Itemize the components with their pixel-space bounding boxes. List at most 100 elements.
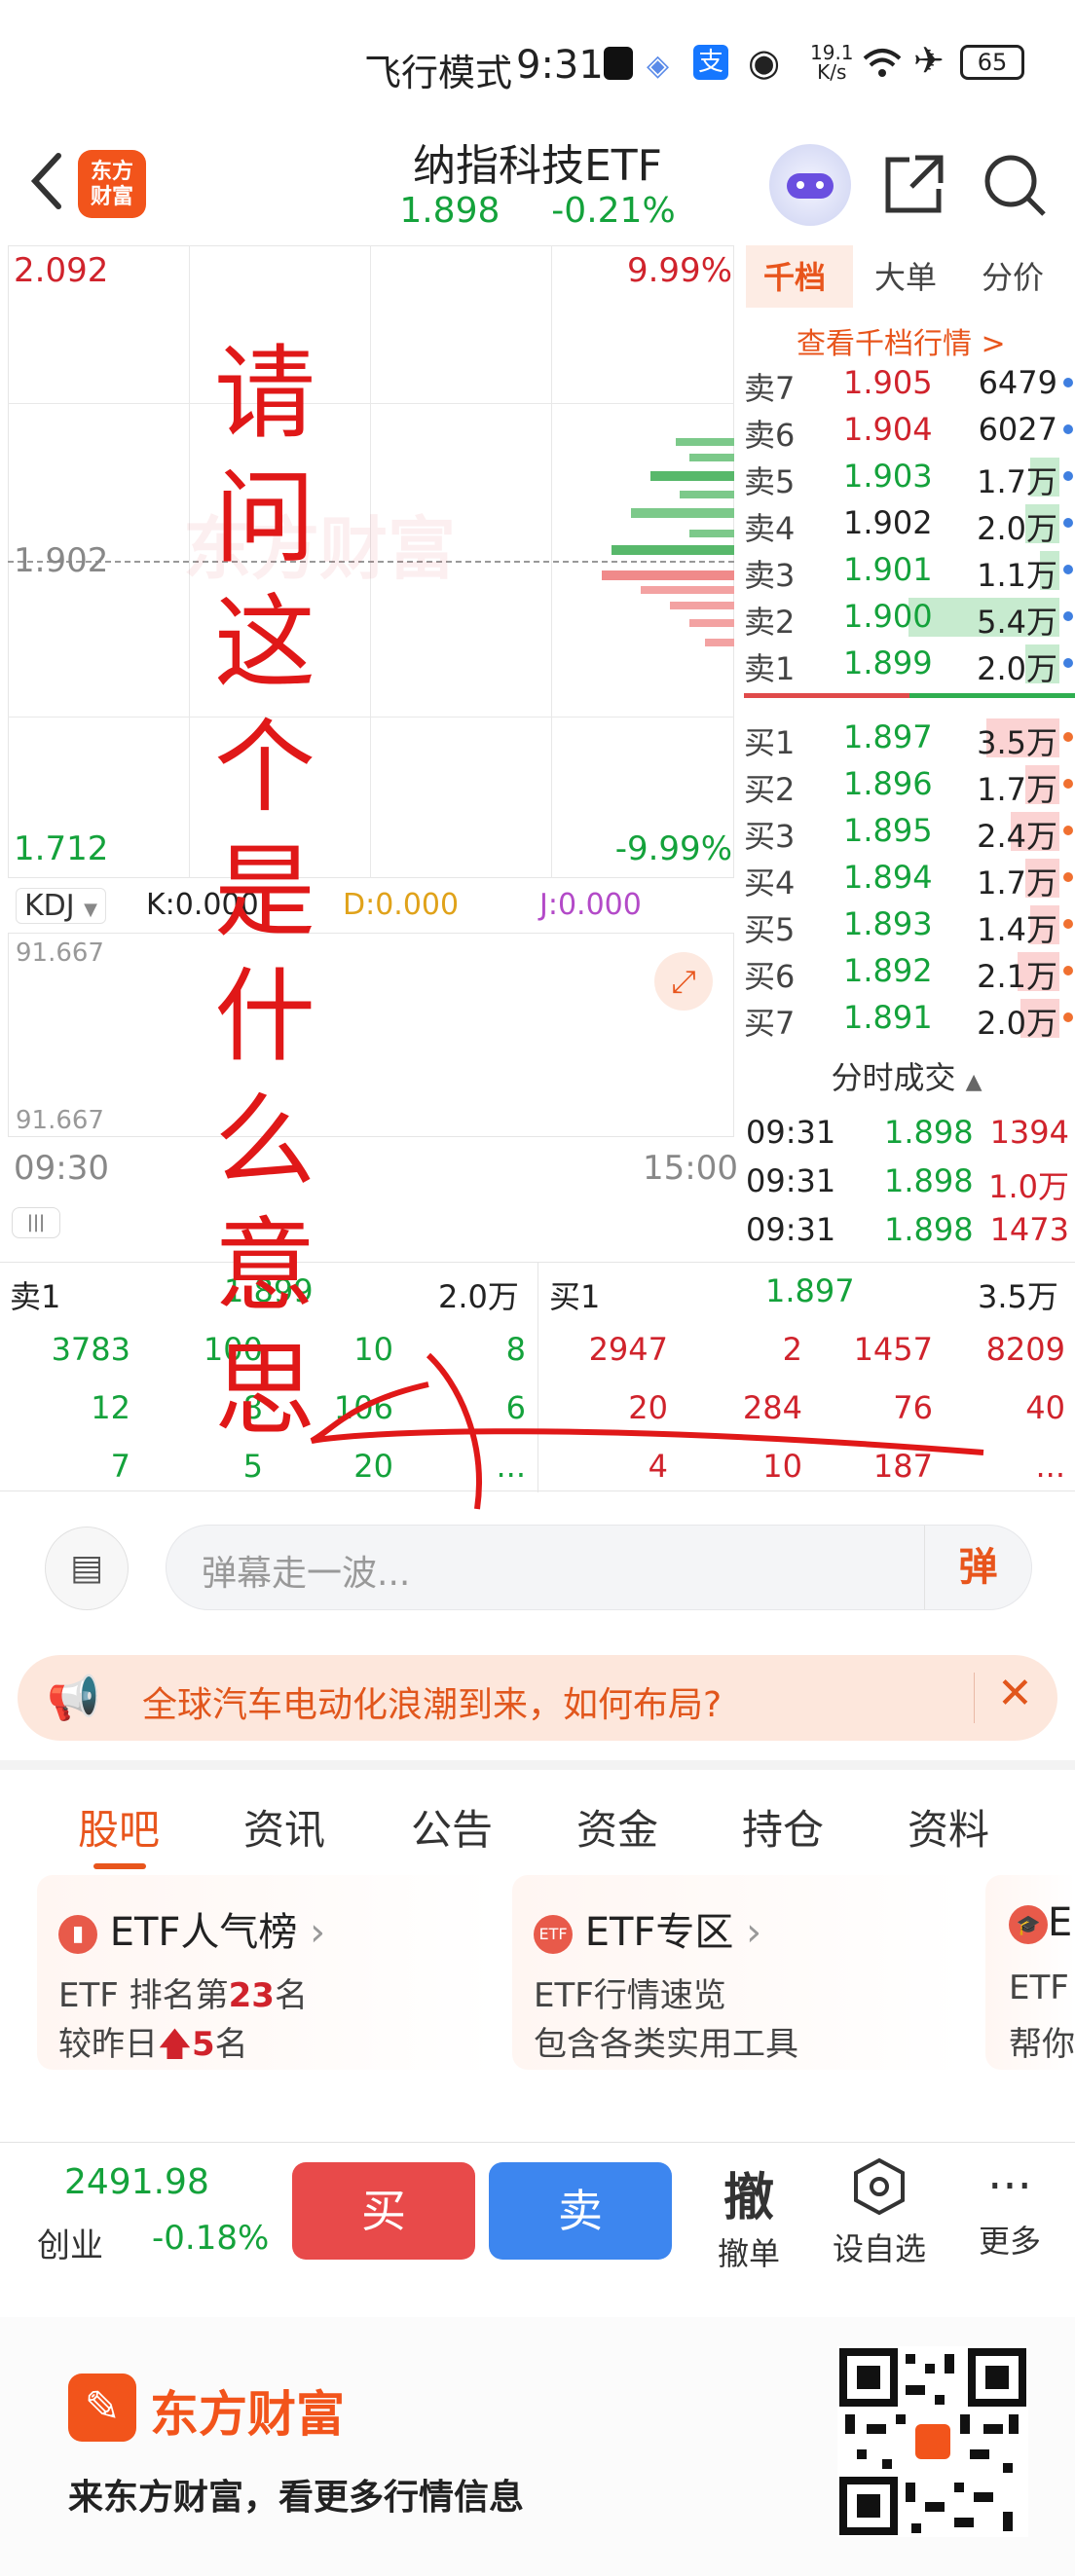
ask-row[interactable]: 卖1 1.899 2.0万 [738,641,1075,687]
ticks-title: 分时成交 ▲ [738,1053,1075,1098]
bid-row[interactable]: 买3 1.895 2.4万 [738,808,1075,855]
tab-funds[interactable]: 资金 [576,1797,658,1857]
level-volume: 6027 [978,411,1057,448]
tick-volume: 1473 [989,1211,1069,1248]
tab-depth[interactable]: 千档 [763,253,826,298]
ask-row[interactable]: 卖6 1.904 6027 [738,407,1075,454]
add-watchlist-label: 设自选 [832,2230,926,2267]
buy-button[interactable]: 买 [292,2162,475,2260]
level-price: 1.896 [843,765,933,802]
buy-queue-cell: ... [1035,1448,1065,1485]
prev-close-label: 1.902 [14,541,109,580]
chevron-right-icon: › [746,1910,762,1955]
buy-queue-cell: 2 [782,1331,802,1368]
tab-price-distribution[interactable]: 分价 [982,253,1044,298]
chevron-up-icon: ▲ [965,1070,982,1094]
card-etf-popularity[interactable]: ▮ ETF人气榜 › ETF 排名第23名 较昨日🡅5名 [37,1875,495,2070]
card-partial[interactable]: 🎓 E ETF 帮你 [985,1875,1075,2070]
buy-queue-cell: 8209 [985,1331,1065,1368]
bid-row[interactable]: 买4 1.894 1.7万 [738,855,1075,902]
tick-price: 1.898 [884,1114,974,1151]
chevron-down-icon: ▼ [84,900,98,920]
tick-price: 1.898 [884,1211,974,1248]
depth-bar [689,619,734,627]
level-label: 买6 [744,958,796,995]
level-price: 1.897 [843,718,933,755]
view-full-depth-link[interactable]: 查看千档行情 > [797,319,1006,362]
buy-queue-cell: 2947 [588,1331,668,1368]
ask-row[interactable]: 卖2 1.900 5.4万 [738,594,1075,641]
bid-row[interactable]: 买6 1.892 2.1万 [738,948,1075,995]
search-icon[interactable] [978,148,1052,222]
danmu-send-button[interactable]: 弹 [924,1526,1031,1609]
danmu-settings-icon[interactable]: ▤ [45,1527,129,1610]
close-icon[interactable]: ✕ [997,1669,1033,1718]
level-price: 1.893 [843,905,933,942]
danmu-input[interactable]: 弹幕走一波... 弹 [166,1525,1032,1610]
card-etf-zone[interactable]: ETF ETF专区 › ETF行情速览 包含各类实用工具 [512,1875,964,2070]
change-prefix: 较昨日 [58,2025,158,2064]
sell-queue-cell: 12 [91,1389,130,1426]
level-price: 1.892 [843,952,933,989]
brand-name: 东方财富 [150,2386,345,2443]
tick-price: 1.898 [884,1162,974,1199]
expand-icon[interactable]: ⤢ [654,952,713,1011]
depth-bar [612,545,734,555]
tab-forum[interactable]: 股吧 [78,1797,160,1857]
intraday-chart[interactable]: 2.092 9.99% 1.902 1.712 -9.99% 东方财富 KDJ … [8,245,738,1238]
level-price: 1.903 [843,458,933,495]
add-watchlist-button[interactable]: 设自选 [826,2156,933,2269]
ask-row[interactable]: 卖7 1.905 6479 [738,360,1075,407]
buy1-volume: 3.5万 [978,1278,1058,1315]
ask-row[interactable]: 卖3 1.901 1.1万 [738,547,1075,594]
notice-banner[interactable]: 📢 全球汽车电动化浪潮到来，如何布局? ✕ [18,1655,1057,1741]
bid-row[interactable]: 买2 1.896 1.7万 [738,761,1075,808]
sell-button[interactable]: 卖 [489,2162,672,2260]
chart-menu-icon[interactable]: ||| [12,1207,60,1238]
buy-queue-cell: 1457 [853,1331,933,1368]
tab-big-orders[interactable]: 大单 [874,253,937,298]
level-dot [1063,1012,1073,1022]
ask-row[interactable]: 卖5 1.903 1.7万 [738,454,1075,500]
robot-eye-left [797,181,804,189]
robot-icon [787,173,834,199]
card-title: ETF ETF专区 › [534,1900,761,1957]
indicator-select-value: KDJ [24,889,75,923]
robot-eye-right [816,181,824,189]
tab-profile[interactable]: 资料 [908,1797,989,1857]
tab-news[interactable]: 资讯 [243,1797,325,1857]
card-line-2: 帮你 [1009,2025,1075,2064]
indicator-chart-frame [8,933,734,1137]
airplane-mode-label: 飞行模式 [364,52,513,94]
change-suffix: 名 [214,2025,248,2064]
bid-row[interactable]: 买1 1.897 3.5万 [738,715,1075,761]
change-number: 5 [191,2025,215,2064]
depth-bar [705,639,734,646]
airplane-icon: ✈ [913,39,945,82]
more-button[interactable]: ··· 更多 [956,2156,1063,2262]
level-price: 1.900 [843,598,933,635]
level-dot [1063,826,1073,835]
level-dot [1063,611,1073,621]
rank-number: 23 [228,1976,275,2015]
cancel-order-button[interactable]: 撤 撤单 [695,2156,802,2274]
wifi-icon [863,49,902,77]
bottom-action-bar: 2491.98 创业 -0.18% 买 卖 撤 撤单 设自选 ··· 更多 [0,2142,1075,2313]
level-label: 卖1 [744,650,796,687]
tick-time: 09:31 [746,1114,836,1151]
ask-row[interactable]: 卖4 1.902 2.0万 [738,500,1075,547]
ai-assistant-button[interactable] [769,144,851,226]
index-value[interactable]: 2491.98 [64,2162,209,2202]
tab-announcements[interactable]: 公告 [411,1797,493,1857]
kdj-j-value: J:0.000 [539,888,642,922]
share-icon[interactable] [876,148,950,222]
bid-row[interactable]: 买7 1.891 2.0万 [738,995,1075,1042]
level-price: 1.902 [843,504,933,541]
card-title: 🎓 E [1009,1900,1072,1945]
depth-bar [631,508,734,518]
tab-holdings[interactable]: 持仓 [742,1797,824,1857]
indicator-select[interactable]: KDJ ▼ [16,888,107,924]
buy-queue-cell: 76 [893,1389,933,1426]
bid-row[interactable]: 买5 1.893 1.4万 [738,902,1075,948]
hexagon-icon [854,2157,905,2216]
